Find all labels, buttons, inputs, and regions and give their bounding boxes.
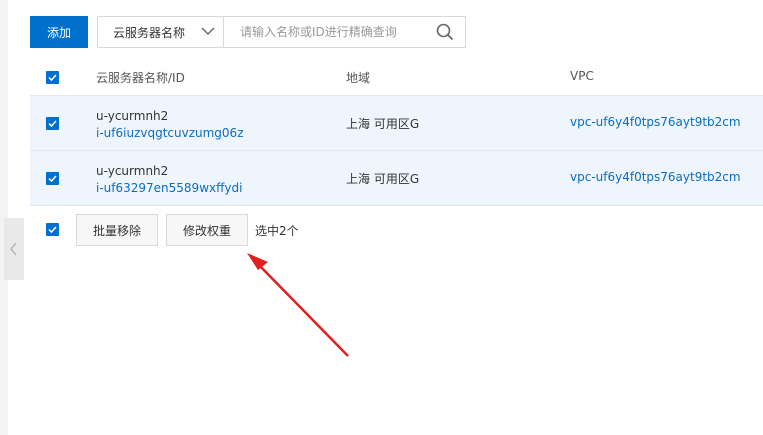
search-field-select[interactable]: 云服务器名称 [98,17,224,47]
instance-vpc-link[interactable]: vpc-uf6y4f0tps76ayt9tb2cm [570,170,741,184]
checkbox-checked-icon [48,74,57,81]
instance-vpc-link[interactable]: vpc-uf6y4f0tps76ayt9tb2cm [570,115,741,129]
column-header-region: 地域 [346,71,371,85]
chevron-left-icon [10,242,17,256]
checkbox-checked-icon [48,175,57,182]
instance-region: 上海 可用区G [346,172,420,186]
collapse-panel-tab[interactable] [4,218,24,280]
row-checkbox[interactable] [46,117,59,130]
table-row: u-ycurmnh2 i-uf63297en5589wxffydi 上海 可用区… [30,151,763,206]
table-header: 云服务器名称/ID 地域 VPC [30,58,763,96]
instance-name: u-ycurmnh2 [96,164,169,178]
batch-remove-button[interactable]: 批量移除 [76,214,158,246]
instance-table: 云服务器名称/ID 地域 VPC u-ycurmnh2 i-uf6iuzvqgt… [30,58,763,206]
footer-select-all-checkbox[interactable] [46,223,59,236]
search-group: 云服务器名称 [97,16,466,48]
table-footer-actions: 批量移除 修改权重 选中2个 [30,214,763,246]
select-all-checkbox[interactable] [46,71,59,84]
row-checkbox[interactable] [46,172,59,185]
instance-region: 上海 可用区G [346,117,420,131]
column-header-vpc: VPC [570,69,594,83]
search-input[interactable] [224,17,425,47]
search-button[interactable] [425,17,465,47]
instance-name-cell: u-ycurmnh2 i-uf63297en5589wxffydi [96,163,242,197]
checkbox-checked-icon [48,120,57,127]
checkbox-checked-icon [48,226,57,233]
column-header-name: 云服务器名称/ID [96,71,185,85]
add-button[interactable]: 添加 [30,16,88,48]
instance-id-link[interactable]: i-uf6iuzvqgtcuvzumg06z [96,125,244,142]
search-icon [436,23,454,41]
instance-name-cell: u-ycurmnh2 i-uf6iuzvqgtcuvzumg06z [96,108,244,142]
toolbar: 添加 云服务器名称 [30,16,466,48]
search-field-selected-value: 云服务器名称 [113,25,186,40]
modify-weight-button[interactable]: 修改权重 [166,214,248,246]
instance-id-link[interactable]: i-uf63297en5589wxffydi [96,180,242,197]
instance-name: u-ycurmnh2 [96,109,169,123]
table-row: u-ycurmnh2 i-uf6iuzvqgtcuvzumg06z 上海 可用区… [30,96,763,151]
selected-count-text: 选中2个 [255,224,299,238]
chevron-down-icon [201,27,215,35]
